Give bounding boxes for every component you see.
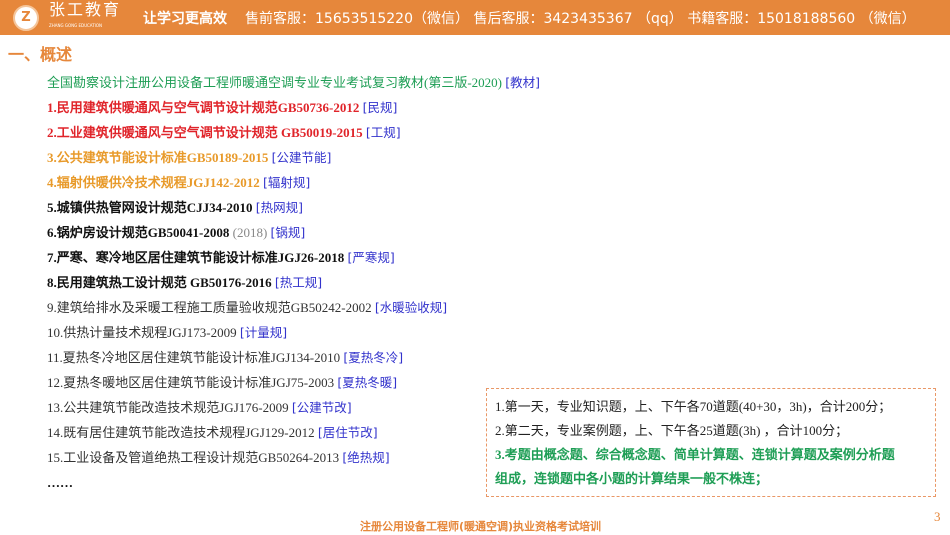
list-item: 8.民用建筑热工设计规范 GB50176-2016 [热工规]	[47, 270, 540, 295]
footer-text: 注册公用设备工程师(暖通空调)执业资格考试培训	[360, 520, 602, 533]
contact-info: 售前客服：15653515220（微信） 售后客服：3423435367 （qq…	[245, 10, 916, 27]
standard-name: 9.建筑给排水及采暖工程施工质量验收规范GB50242-2002	[47, 300, 372, 315]
page-number: 3	[934, 509, 941, 524]
abbreviation-tag: [水暖验收规]	[374, 300, 448, 315]
abbreviation-tag: [教材]	[505, 75, 541, 90]
abbreviation-tag: [工规]	[365, 125, 401, 140]
list-item: 14.既有居住建筑节能改造技术规程JGJ129-2012 [居住节改]	[47, 420, 540, 445]
abbreviation-tag: [锅规]	[270, 225, 306, 240]
exam-line: 2.第二天，专业案例题，上、下午各25道题(3h) ，合计100分；	[495, 423, 849, 438]
reference-list: 全国勘察设计注册公用设备工程师暖通空调专业专业考试复习教材(第三版-2020) …	[47, 70, 540, 495]
abbreviation-tag: [辐射规]	[262, 175, 311, 190]
abbreviation-tag: [热工规]	[274, 275, 323, 290]
logo-icon: Z	[13, 4, 39, 31]
exam-line: 3.考题由概念题、综合概念题、简单计算题、连锁计算题及案例分析题	[495, 447, 895, 462]
list-item: 5.城镇供热管网设计规范CJJ34-2010 [热网规]	[47, 195, 540, 220]
standard-name: 14.既有居住建筑节能改造技术规程JGJ129-2012	[47, 425, 315, 440]
standard-name: 6.锅炉房设计规范GB50041-2008	[47, 225, 230, 240]
list-item: 13.公共建筑节能改造技术规范JGJ176-2009 [公建节改]	[47, 395, 540, 420]
abbreviation-tag: [居住节改]	[317, 425, 378, 440]
list-item: 11.夏热冬冷地区居住建筑节能设计标准JGJ134-2010 [夏热冬冷]	[47, 345, 540, 370]
exam-info-box: 1.第一天，专业知识题，上、下午各70道题(40+30，3h)，合计200分； …	[486, 388, 936, 497]
standard-name: 3.公共建筑节能设计标准GB50189-2015	[47, 150, 269, 165]
abbreviation-tag: [严寒规]	[347, 250, 395, 265]
standard-name: 2.工业建筑供暖通风与空气调节设计规范 GB50019-2015	[47, 125, 363, 140]
standard-name: 12.夏热冬暖地区居住建筑节能设计标准JGJ75-2003	[47, 375, 335, 390]
standard-name: 7.严寒、寒冷地区居住建筑节能设计标准JGJ26-2018	[47, 250, 345, 265]
standard-name: 13.公共建筑节能改造技术规范JGJ176-2009	[47, 400, 289, 415]
header-bar: Z 张工教育 ZHANG GONG EDUCATION 让学习更高效 售前客服：1…	[0, 0, 950, 35]
abbreviation-tag: [公建节能]	[271, 150, 332, 165]
standard-name: 全国勘察设计注册公用设备工程师暖通空调专业专业考试复习教材(第三版-2020)	[47, 75, 502, 90]
abbreviation-tag: [民规]	[362, 100, 398, 115]
list-item: 7.严寒、寒冷地区居住建筑节能设计标准JGJ26-2018 [严寒规]	[47, 245, 540, 270]
list-item: 3.公共建筑节能设计标准GB50189-2015 [公建节能]	[47, 145, 540, 170]
exam-line: 组成，连锁题中各小题的计算结果一般不株连；	[495, 471, 769, 486]
standard-name: 5.城镇供热管网设计规范CJJ34-2010	[47, 200, 253, 215]
abbreviation-tag: [公建节改]	[291, 400, 352, 415]
section-title: 一、概述	[8, 45, 73, 64]
list-item: 9.建筑给排水及采暖工程施工质量验收规范GB50242-2002 [水暖验收规]	[47, 295, 540, 320]
list-item: 全国勘察设计注册公用设备工程师暖通空调专业专业考试复习教材(第三版-2020) …	[47, 70, 540, 95]
standard-name: 10.供热计量技术规程JGJ173-2009	[47, 325, 237, 340]
standard-name: ……	[47, 475, 73, 490]
brand-name: 张工教育 ZHANG GONG EDUCATION	[49, 0, 122, 28]
standard-name: 11.夏热冬冷地区居住建筑节能设计标准JGJ134-2010	[47, 350, 341, 365]
abbreviation-tag: [计量规]	[239, 325, 288, 340]
abbreviation-tag: [夏热冬暖]	[337, 375, 398, 390]
list-item: 10.供热计量技术规程JGJ173-2009 [计量规]	[47, 320, 540, 345]
list-item: 6.锅炉房设计规范GB50041-2008 (2018) [锅规]	[47, 220, 540, 245]
standard-name: 15.工业设备及管道绝热工程设计规范GB50264-2013	[47, 450, 340, 465]
list-item: 2.工业建筑供暖通风与空气调节设计规范 GB50019-2015 [工规]	[47, 120, 540, 145]
slogan: 让学习更高效	[143, 10, 228, 27]
abbreviation-tag: [热网规]	[255, 200, 303, 215]
list-item: 15.工业设备及管道绝热工程设计规范GB50264-2013 [绝热规]	[47, 445, 540, 470]
standard-name: 1.民用建筑供暖通风与空气调节设计规范GB50736-2012	[47, 100, 360, 115]
edition-note: (2018)	[232, 225, 268, 240]
list-item: ……	[47, 470, 540, 495]
exam-line: 1.第一天，专业知识题，上、下午各70道题(40+30，3h)，合计200分；	[495, 399, 892, 414]
abbreviation-tag: [绝热规]	[342, 450, 390, 465]
list-item: 1.民用建筑供暖通风与空气调节设计规范GB50736-2012 [民规]	[47, 95, 540, 120]
list-item: 4.辐射供暖供冷技术规程JGJ142-2012 [辐射规]	[47, 170, 540, 195]
abbreviation-tag: [夏热冬冷]	[343, 350, 404, 365]
list-item: 12.夏热冬暖地区居住建筑节能设计标准JGJ75-2003 [夏热冬暖]	[47, 370, 540, 395]
standard-name: 8.民用建筑热工设计规范 GB50176-2016	[47, 275, 272, 290]
standard-name: 4.辐射供暖供冷技术规程JGJ142-2012	[47, 175, 260, 190]
